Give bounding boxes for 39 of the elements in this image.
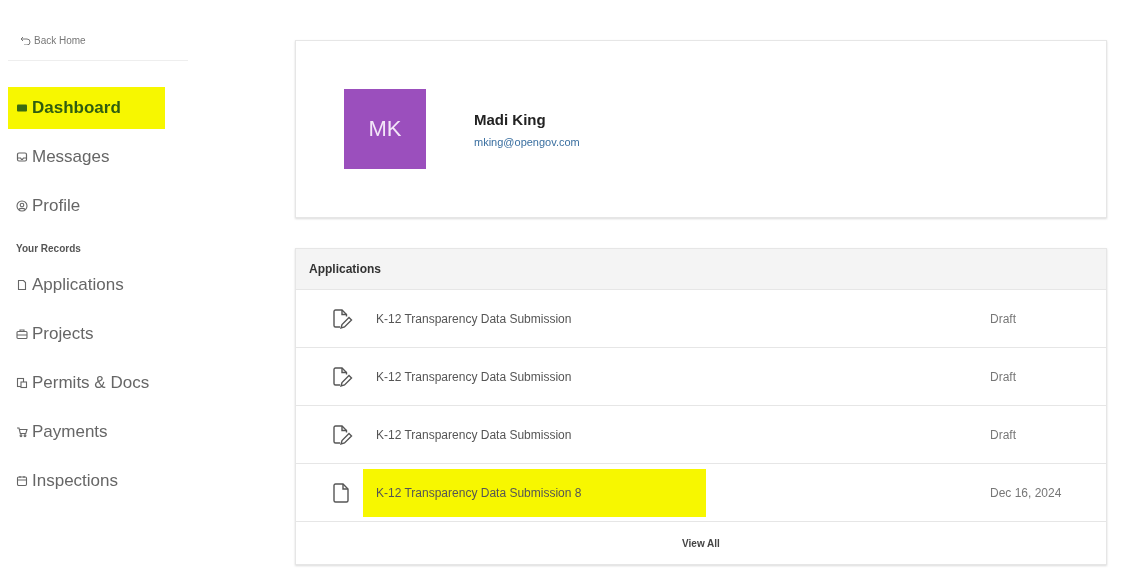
sidebar-item[interactable]: Messages: [8, 136, 165, 178]
sidebar-item[interactable]: Permits & Docs: [8, 362, 190, 404]
inbox-icon: [16, 151, 28, 163]
avatar: MK: [344, 89, 426, 169]
application-title: K-12 Transparency Data Submission 8: [363, 468, 706, 517]
back-home-link[interactable]: Back Home: [8, 26, 190, 54]
application-status: Dec 16, 2024: [990, 485, 1063, 500]
sidebar-item[interactable]: Inspections: [8, 460, 190, 502]
application-row[interactable]: K-12 Transparency Data Submission 8 Dec 16, 2024: [296, 464, 1106, 522]
sidebar-item[interactable]: Projects: [8, 313, 190, 355]
user-name: Madi King: [474, 110, 547, 128]
back-arrow-icon: [20, 35, 31, 45]
application-status: Draft: [990, 427, 1017, 442]
view-all-link[interactable]: View All: [296, 522, 1106, 564]
email-link[interactable]: mking@opengov.com: [474, 135, 580, 148]
application-status: Draft: [990, 311, 1017, 326]
application-title: K-12 Transparency Data Submission: [375, 368, 573, 386]
document-edit-icon: [331, 422, 353, 447]
cart-icon: [16, 426, 28, 438]
section-heading: Your Records: [15, 242, 82, 256]
card-header: Applications: [296, 249, 1106, 290]
documents-icon: [16, 377, 28, 389]
sidebar-item[interactable]: Payments: [8, 411, 190, 453]
sidebar-item[interactable]: Profile: [8, 185, 165, 227]
document-edit-icon: [331, 364, 353, 389]
application-row[interactable]: K-12 Transparency Data Submission Draft: [296, 290, 1106, 348]
calendar-icon: [16, 475, 28, 487]
dashboard-icon: [16, 102, 28, 114]
briefcase-icon: [16, 328, 28, 340]
application-row[interactable]: K-12 Transparency Data Submission Draft: [296, 348, 1106, 406]
application-row[interactable]: K-12 Transparency Data Submission Draft: [296, 406, 1106, 464]
user-icon: [16, 200, 28, 212]
application-title: K-12 Transparency Data Submission: [375, 310, 573, 328]
application-status: Draft: [990, 369, 1017, 384]
sidebar-item[interactable]: Dashboard: [8, 87, 165, 129]
sidebar-item[interactable]: Applications: [8, 264, 190, 306]
document-edit-icon: [331, 306, 353, 331]
file-icon: [16, 279, 28, 291]
application-title: K-12 Transparency Data Submission: [375, 426, 573, 444]
